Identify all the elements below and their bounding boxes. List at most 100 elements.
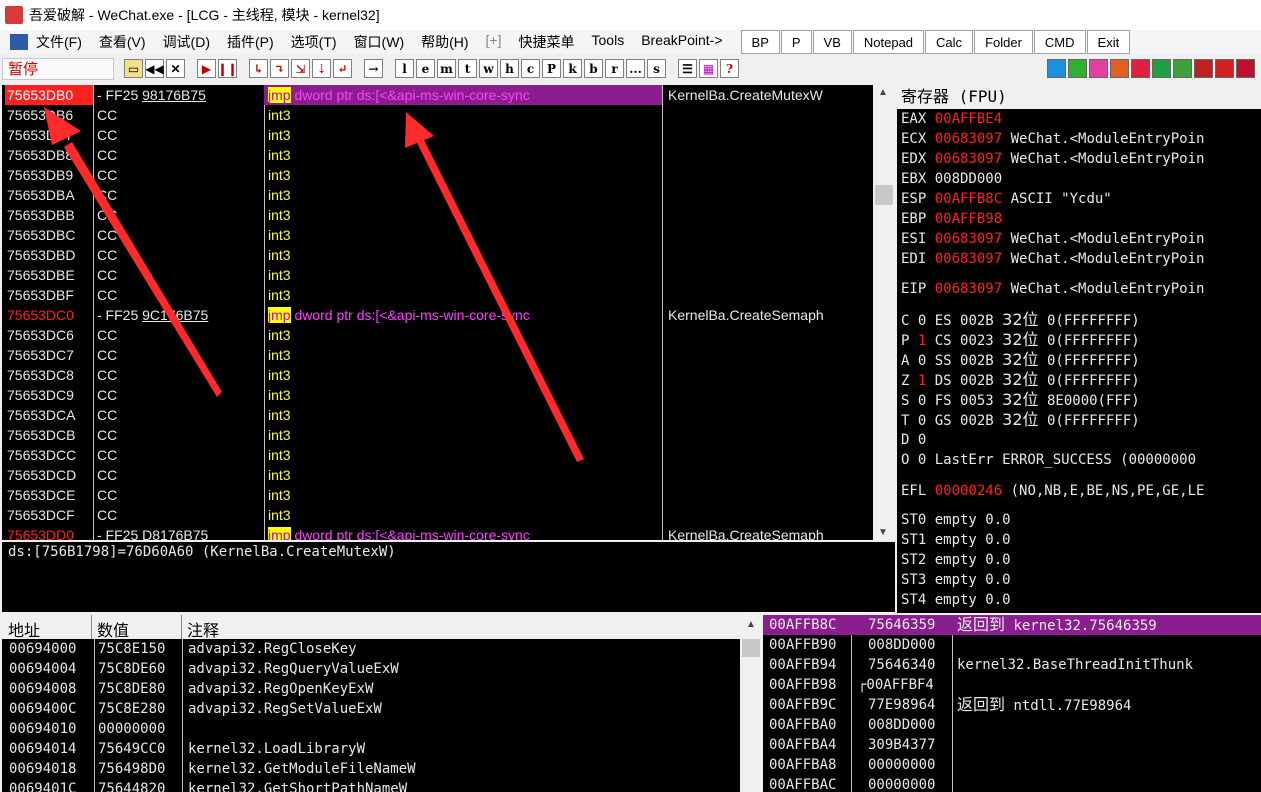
stack-row[interactable]: 00AFFB8C 75646359 返回到 kernel32.75646359 (763, 615, 1261, 635)
stack-row[interactable]: 00AFFB9C 77E98964 返回到 ntdll.77E98964 (763, 695, 1261, 715)
disasm-row[interactable]: 75653DCE CC int3 (2, 485, 873, 505)
flag-o[interactable]: O 0 LastErr ERROR_SUCCESS (00000000 (901, 450, 1196, 470)
dump-row[interactable]: 0069401C 75644820 kernel32.GetShortPathNam… (2, 779, 740, 792)
menu-item[interactable]: [+] (486, 32, 502, 52)
dump-row[interactable]: 00694014 75649CC0 kernel32.LoadLibraryW (2, 739, 740, 759)
menu-item[interactable]: BreakPoint-> (641, 32, 722, 52)
window-button-P[interactable]: P (542, 59, 561, 78)
menu-button-bp[interactable]: BP (740, 30, 780, 54)
disasm-row[interactable]: 75653DB7 CC int3 (2, 125, 873, 145)
plugin-icon[interactable] (1089, 59, 1108, 78)
menu-item[interactable]: 插件(P) (227, 32, 274, 52)
disasm-row[interactable]: 75653DCA CC int3 (2, 405, 873, 425)
register-edi[interactable]: EDI 00683097 WeChat.<ModuleEntryPoin (901, 249, 1204, 269)
segment-row[interactable]: S 0 FS 0053 32位 8E0000(FFF) (901, 390, 1140, 410)
segment-row[interactable]: Z 1 DS 002B 32位 0(FFFFFFFF) (901, 370, 1140, 390)
menu-item[interactable]: 快捷菜单 (519, 32, 575, 52)
dump-row[interactable]: 00694018 756498D0 kernel32.GetModuleFileNa… (2, 759, 740, 779)
disasm-row[interactable]: 75653DBF CC int3 (2, 285, 873, 305)
stack-row[interactable]: 00AFFBA8 00000000 (763, 755, 1261, 775)
window-button-w[interactable]: w (479, 59, 498, 78)
disassembly-scrollbar[interactable]: ▲ ▼ (873, 85, 895, 540)
register-esi[interactable]: ESI 00683097 WeChat.<ModuleEntryPoin (901, 229, 1204, 249)
disasm-row[interactable]: 75653DCD CC int3 (2, 465, 873, 485)
disasm-row[interactable]: 75653DC0 - FF25 9C176B75 jmp dword ptr ds:… (2, 305, 873, 325)
stack-row[interactable]: 00AFFB94 75646340 kernel32.BaseThreadInitT… (763, 655, 1261, 675)
menu-item[interactable]: 调试(D) (163, 32, 210, 52)
plugin-icon[interactable] (1152, 59, 1171, 78)
fpu-register[interactable]: ST0 empty 0.0 (901, 510, 1011, 530)
window-button-m[interactable]: m (437, 59, 456, 78)
segment-row[interactable]: A 0 SS 002B 32位 0(FFFFFFFF) (901, 350, 1140, 370)
menu-item[interactable]: 窗口(W) (354, 32, 405, 52)
dump-row[interactable]: 00694010 00000000 (2, 719, 740, 739)
scroll-up-icon[interactable]: ▲ (878, 87, 888, 98)
register-ebx[interactable]: EBX 008DD000 (901, 169, 1002, 189)
help-icon[interactable]: ? (720, 59, 739, 78)
scroll-up-icon[interactable]: ▲ (746, 619, 756, 630)
disasm-row[interactable]: 75653DB0- FF25 98176B75 jmp dword ptr ds:… (2, 85, 873, 105)
scroll-thumb[interactable] (875, 185, 893, 205)
dump-row[interactable]: 00694000 75C8E150 advapi32.RegCloseKey (2, 639, 740, 659)
plugin-icon[interactable] (1047, 59, 1066, 78)
pause-icon[interactable]: ❙❙ (217, 59, 238, 78)
dump-row[interactable]: 0069400C 75C8E280 advapi32.RegSetValueExW (2, 699, 740, 719)
plugin-icon[interactable] (1236, 59, 1255, 78)
fpu-register[interactable]: ST4 empty 0.0 (901, 590, 1011, 610)
disasm-row[interactable]: 75653DBA CC int3 (2, 185, 873, 205)
dump-pane[interactable]: 00694000 75C8E150 advapi32.RegCloseKey 0069… (2, 639, 740, 792)
list-icon[interactable]: ☰ (678, 59, 697, 78)
step-into-icon[interactable]: ↳ (249, 59, 268, 78)
disasm-row[interactable]: 75653DC8 CC int3 (2, 365, 873, 385)
scroll-thumb[interactable] (742, 639, 760, 657)
registers-pane[interactable]: 寄存器 (FPU) EAX 00AFFBE4 ECX 00683097 WeCha… (897, 85, 1261, 613)
window-button-h[interactable]: h (500, 59, 519, 78)
menu-button-folder[interactable]: Folder (974, 30, 1033, 54)
menu-item[interactable]: 文件(F) (36, 32, 82, 52)
dump-row[interactable]: 00694008 75C8DE80 advapi32.RegOpenKeyExW (2, 679, 740, 699)
register-eax[interactable]: EAX 00AFFBE4 (901, 109, 1002, 129)
step-over-icon[interactable]: ↴ (270, 59, 289, 78)
menu-button-vb[interactable]: VB (812, 30, 852, 54)
segment-row[interactable]: P 1 CS 0023 32位 0(FFFFFFFF) (901, 330, 1140, 350)
dump-col-address[interactable]: 地址 (8, 617, 40, 641)
dump-row[interactable]: 00694004 75C8DE60 advapi32.RegQueryValueEx… (2, 659, 740, 679)
register-eip[interactable]: EIP 00683097 WeChat.<ModuleEntryPoin (901, 279, 1204, 299)
run-icon[interactable]: ▶ (197, 59, 216, 78)
grid-icon[interactable]: ▦ (699, 59, 718, 78)
disasm-row[interactable]: 75653DC7 CC int3 (2, 345, 873, 365)
register-esp[interactable]: ESP 00AFFB8C ASCII "Ycdu" (901, 189, 1112, 209)
registers-title[interactable]: 寄存器 (FPU) (897, 85, 1261, 109)
scroll-down-icon[interactable]: ▼ (878, 527, 888, 538)
dump-col-comment[interactable]: 注释 (187, 617, 219, 641)
menu-item[interactable]: 帮助(H) (421, 32, 468, 52)
close-icon[interactable]: ✕ (166, 59, 185, 78)
disasm-row[interactable]: 75653DB8 CC int3 (2, 145, 873, 165)
plugin-icon[interactable] (1194, 59, 1213, 78)
system-menu-icon[interactable] (10, 34, 28, 50)
segment-row[interactable]: C 0 ES 002B 32位 0(FFFFFFFF) (901, 310, 1140, 330)
disasm-row[interactable]: 75653DB9 CC int3 (2, 165, 873, 185)
window-button-c[interactable]: c (521, 59, 540, 78)
stack-row[interactable]: 00AFFB98 ┌00AFFBF4 (763, 675, 1261, 695)
disasm-row[interactable]: 75653DCC CC int3 (2, 445, 873, 465)
disassembly-pane[interactable]: 75653DB0- FF25 98176B75 jmp dword ptr ds:… (2, 85, 873, 540)
plugin-icon[interactable] (1110, 59, 1129, 78)
disasm-row[interactable]: 75653DCB CC int3 (2, 425, 873, 445)
stack-row[interactable]: 00AFFBA4 309B4377 (763, 735, 1261, 755)
window-button-b[interactable]: b (584, 59, 603, 78)
fpu-register[interactable]: ST3 empty 0.0 (901, 570, 1011, 590)
flag-d[interactable]: D 0 (901, 430, 926, 450)
stack-pane[interactable]: 00AFFB8C 75646359 返回到 kernel32.75646359 00A… (763, 615, 1261, 792)
plugin-icon[interactable] (1215, 59, 1234, 78)
disasm-row[interactable]: 75653DC9 CC int3 (2, 385, 873, 405)
open-icon[interactable]: ▭ (124, 59, 143, 78)
disasm-row[interactable]: 75653DCF CC int3 (2, 505, 873, 525)
window-button-more[interactable]: ... (626, 59, 645, 78)
restart-icon[interactable]: ◀◀ (145, 59, 164, 78)
window-button-k[interactable]: k (563, 59, 582, 78)
disasm-row[interactable]: 75653DBD CC int3 (2, 245, 873, 265)
go-to-icon[interactable]: → (364, 59, 383, 78)
menu-button-cmd[interactable]: CMD (1033, 30, 1086, 54)
plugin-icon[interactable] (1131, 59, 1150, 78)
